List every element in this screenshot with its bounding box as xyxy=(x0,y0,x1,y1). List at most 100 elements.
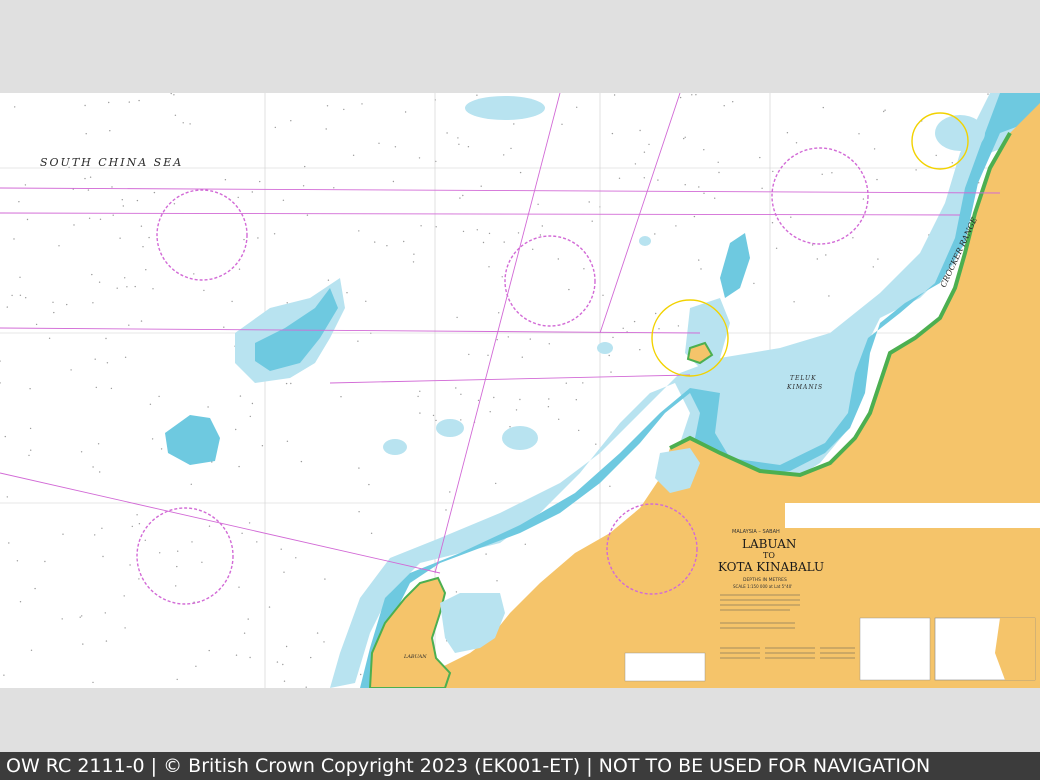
sounding-dot xyxy=(88,217,91,219)
sounding-dot xyxy=(24,184,27,186)
sounding-dot xyxy=(420,225,422,227)
sounding-dot xyxy=(327,279,330,281)
sounding-dot xyxy=(717,161,719,163)
sounding-dot xyxy=(151,438,154,440)
sounding-dot xyxy=(487,354,489,356)
sounding-dot xyxy=(403,240,405,243)
sounding-dot xyxy=(524,543,526,545)
sounding-dot xyxy=(128,101,130,103)
sounding-dot xyxy=(655,312,657,315)
sounding-dot xyxy=(370,532,373,534)
sounding-dot xyxy=(456,316,458,319)
viewer-bottom-margin xyxy=(0,688,1040,752)
sounding-dot xyxy=(772,170,774,173)
sounding-dot xyxy=(104,612,107,614)
sounding-dot xyxy=(873,148,876,150)
sounding-dot xyxy=(84,177,86,180)
sounding-dot xyxy=(201,561,203,563)
sounding-dot xyxy=(539,234,542,236)
sounding-dot xyxy=(70,369,72,371)
sounding-dot xyxy=(95,386,98,389)
sounding-dot xyxy=(25,297,27,299)
sounding-dot xyxy=(343,108,345,111)
sounding-dot xyxy=(547,406,550,408)
sounding-dot xyxy=(285,645,288,648)
sounding-dot xyxy=(643,151,646,153)
sounding-dot xyxy=(862,198,865,200)
sounding-dot xyxy=(282,663,284,666)
sounding-dot xyxy=(235,654,238,656)
sounding-dot xyxy=(231,300,233,303)
sounding-dot xyxy=(677,325,680,327)
sounding-dot xyxy=(825,254,827,256)
sounding-dot xyxy=(435,226,437,228)
sounding-dot xyxy=(793,301,795,303)
sounding-dot xyxy=(148,236,150,239)
notes-box xyxy=(859,617,931,681)
sounding-dot xyxy=(935,154,937,157)
sounding-dot xyxy=(648,143,650,146)
sounding-dot xyxy=(987,93,989,95)
sounding-dot xyxy=(116,287,118,289)
sounding-dot xyxy=(358,511,360,513)
sounding-dot xyxy=(138,578,140,580)
sounding-dot xyxy=(495,482,497,485)
sounding-dot xyxy=(482,241,485,244)
sounding-dot xyxy=(691,94,693,96)
sounding-dot xyxy=(19,276,21,278)
sounding-dot xyxy=(775,247,778,249)
sounding-dot xyxy=(613,94,616,96)
sounding-dot xyxy=(6,306,8,308)
sounding-dot xyxy=(412,261,415,263)
sounding-dot xyxy=(496,580,498,582)
sounding-dot xyxy=(80,451,83,453)
sounding-dot xyxy=(723,105,725,107)
sounding-dot xyxy=(852,237,854,239)
sounding-dot xyxy=(698,259,700,261)
sounding-dot xyxy=(30,449,32,451)
sounding-dot xyxy=(480,185,482,187)
sounding-dot xyxy=(324,578,326,580)
sounding-dot xyxy=(98,281,101,283)
title-depths: DEPTHS IN METRES xyxy=(743,577,787,583)
sounding-dot xyxy=(274,126,276,129)
sounding-dot xyxy=(821,173,823,175)
sounding-dot xyxy=(618,177,621,179)
sounding-dot xyxy=(394,146,397,148)
sounding-dot xyxy=(105,640,108,642)
chart-svg: SOUTH CHINA SEA TELUK KIMANIS LABUAN CRO… xyxy=(0,93,1040,688)
telok-kimanis-label-2: KIMANIS xyxy=(786,384,823,391)
sounding-dot xyxy=(386,245,388,247)
sounding-dot xyxy=(91,273,93,276)
sounding-dot xyxy=(94,358,96,360)
sounding-dot xyxy=(136,199,139,202)
sounding-dot xyxy=(501,276,503,278)
sounding-dot xyxy=(286,302,288,304)
sounding-dot xyxy=(119,237,121,239)
sounding-dot xyxy=(48,337,51,339)
sounding-dot xyxy=(503,241,505,243)
sounding-dot xyxy=(249,415,251,418)
sounding-dot xyxy=(541,225,543,227)
sounding-dot xyxy=(243,632,246,634)
sounding-dot xyxy=(582,382,584,384)
sounding-dot xyxy=(462,230,465,233)
sounding-dot xyxy=(654,233,656,235)
sounding-dot xyxy=(35,323,38,326)
sounding-dot xyxy=(831,172,833,174)
sounding-dot xyxy=(126,286,128,288)
sounding-dot xyxy=(153,191,156,194)
sounding-dot xyxy=(182,122,184,124)
sounding-dot xyxy=(325,128,327,130)
sounding-dot xyxy=(92,681,94,684)
sounding-dot xyxy=(79,616,81,618)
sounding-dot xyxy=(476,94,478,96)
sounding-dot xyxy=(142,246,144,248)
sounding-dot xyxy=(565,382,567,384)
sounding-dot xyxy=(684,136,686,138)
sounding-dot xyxy=(11,294,13,297)
nautical-chart[interactable]: SOUTH CHINA SEA TELUK KIMANIS LABUAN CRO… xyxy=(0,93,1040,688)
sounding-dot xyxy=(257,237,259,239)
sounding-dot xyxy=(101,527,103,529)
sounding-dot xyxy=(509,426,511,428)
